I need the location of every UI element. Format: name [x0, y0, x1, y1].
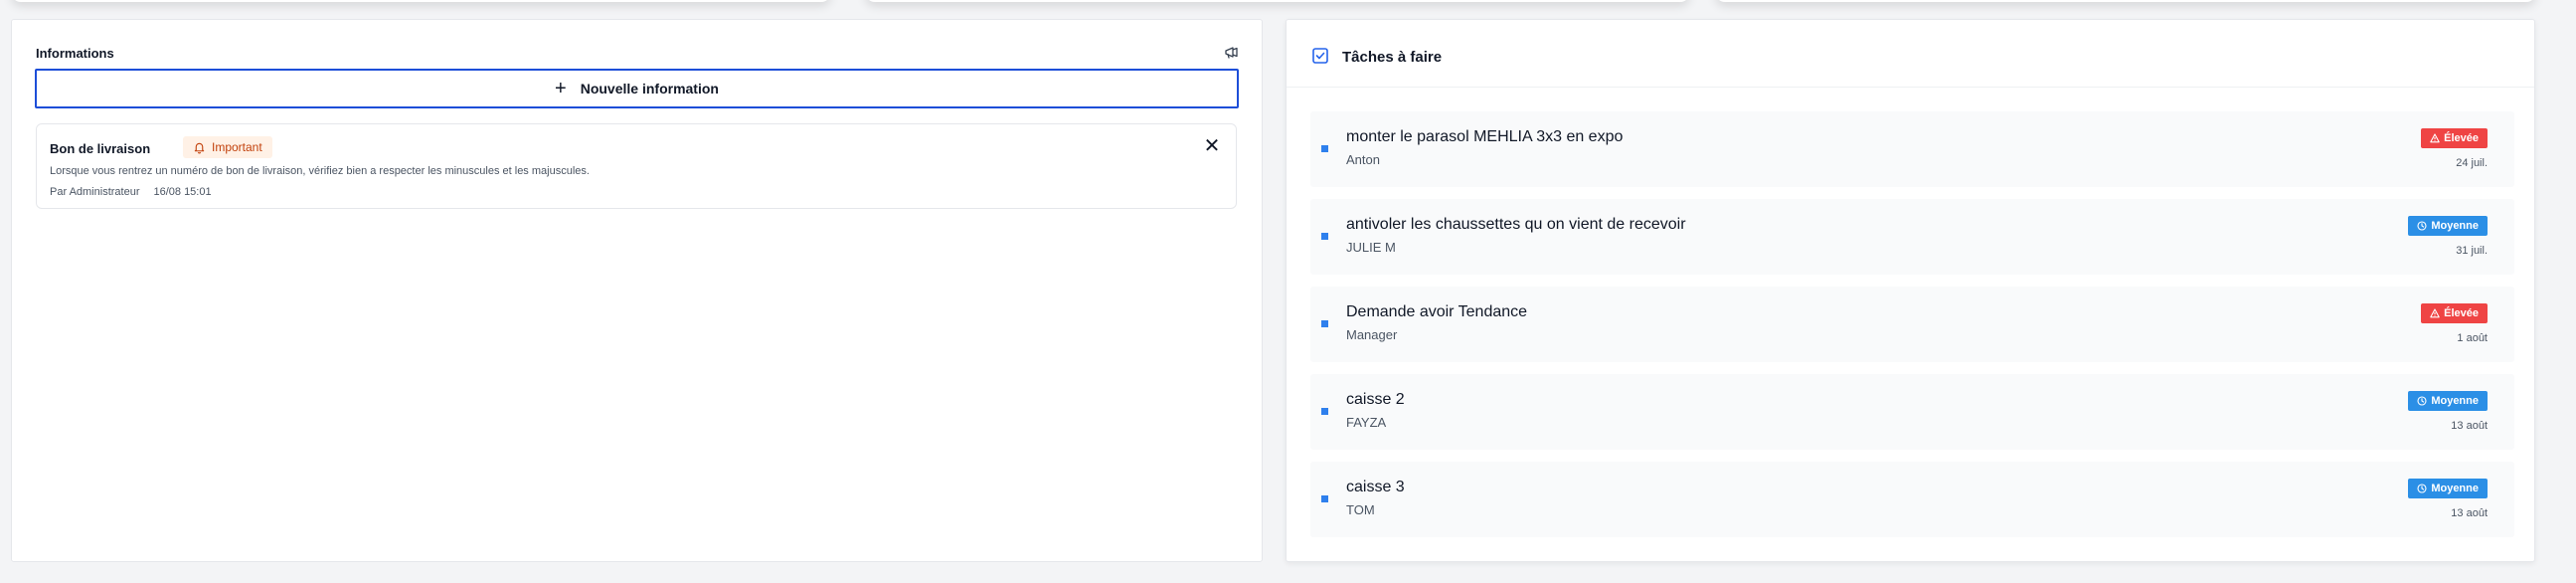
task-bullet — [1321, 320, 1328, 327]
task-bullet — [1321, 233, 1328, 240]
task-assignee: JULIE M — [1346, 240, 1396, 255]
informations-title: Informations — [36, 46, 114, 61]
priority-label: Moyenne — [2431, 395, 2479, 407]
task-assignee: FAYZA — [1346, 415, 1387, 430]
tasks-panel: Tâches à faire monter le parasol MEHLIA … — [1286, 19, 2535, 562]
task-title: caisse 3 — [1346, 479, 1405, 495]
task-due-date: 24 juil. — [2456, 157, 2488, 169]
bell-icon — [194, 142, 205, 153]
task-assignee: Manager — [1346, 327, 1398, 342]
priority-badge: Élevée — [2421, 128, 2488, 148]
clock-icon — [2417, 396, 2427, 406]
priority-label: Élevée — [2444, 132, 2479, 144]
task-assignee: Anton — [1346, 152, 1380, 167]
information-card-meta: Par Administrateur 16/08 15:01 — [50, 186, 212, 198]
task-title: caisse 2 — [1346, 391, 1405, 408]
clock-icon — [2417, 484, 2427, 493]
top-card-3-edge — [1715, 0, 2536, 2]
task-item[interactable]: monter le parasol MEHLIA 3x3 en expo Anto… — [1310, 111, 2514, 187]
warning-triangle-icon — [2430, 133, 2440, 143]
task-due-date: 13 août — [2451, 420, 2488, 432]
tasks-header: Tâches à faire — [1287, 20, 2534, 88]
task-assignee: TOM — [1346, 502, 1375, 517]
priority-badge: Moyenne — [2408, 479, 2488, 498]
plus-icon: + — [555, 78, 567, 99]
task-title: Demande avoir Tendance — [1346, 303, 1528, 320]
priority-label: Moyenne — [2431, 483, 2479, 494]
informations-panel: Informations + Nouvelle information Bon … — [11, 19, 1263, 562]
information-card-title: Bon de livraison — [50, 141, 151, 156]
tasks-title: Tâches à faire — [1342, 49, 1443, 66]
task-item[interactable]: caisse 2 FAYZA Moyenne 13 août — [1310, 374, 2514, 450]
task-title: monter le parasol MEHLIA 3x3 en expo — [1346, 128, 1624, 145]
priority-label: Moyenne — [2431, 220, 2479, 232]
task-item[interactable]: antivoler les chaussettes qu on vient de… — [1310, 199, 2514, 275]
checkbox-icon — [1312, 48, 1328, 64]
close-icon[interactable]: ✕ — [1202, 136, 1222, 156]
priority-badge: Moyenne — [2408, 216, 2488, 236]
task-due-date: 13 août — [2451, 507, 2488, 519]
important-badge-label: Important — [212, 140, 262, 154]
information-card-date: 16/08 15:01 — [153, 186, 212, 198]
task-bullet — [1321, 495, 1328, 502]
task-item[interactable]: caisse 3 TOM Moyenne 13 août — [1310, 462, 2514, 537]
new-information-label: Nouvelle information — [580, 81, 719, 97]
task-due-date: 1 août — [2457, 332, 2488, 344]
top-card-2-edge — [865, 0, 1690, 2]
information-card-author: Par Administrateur — [50, 186, 140, 198]
megaphone-icon[interactable] — [1224, 46, 1240, 60]
task-bullet — [1321, 408, 1328, 415]
information-card-body: Lorsque vous rentrez un numéro de bon de… — [50, 165, 590, 177]
priority-badge: Moyenne — [2408, 391, 2488, 411]
warning-triangle-icon — [2430, 308, 2440, 318]
top-card-1-edge — [11, 0, 831, 2]
information-card: Bon de livraison Important ✕ Lorsque vou… — [36, 123, 1237, 209]
new-information-button[interactable]: + Nouvelle information — [35, 69, 1239, 108]
priority-label: Élevée — [2444, 307, 2479, 319]
task-title: antivoler les chaussettes qu on vient de… — [1346, 216, 1686, 233]
important-badge: Important — [183, 136, 272, 158]
clock-icon — [2417, 221, 2427, 231]
priority-badge: Élevée — [2421, 303, 2488, 323]
task-due-date: 31 juil. — [2456, 245, 2488, 257]
task-item[interactable]: Demande avoir Tendance Manager Élevée 1 aoû… — [1310, 287, 2514, 362]
task-bullet — [1321, 145, 1328, 152]
